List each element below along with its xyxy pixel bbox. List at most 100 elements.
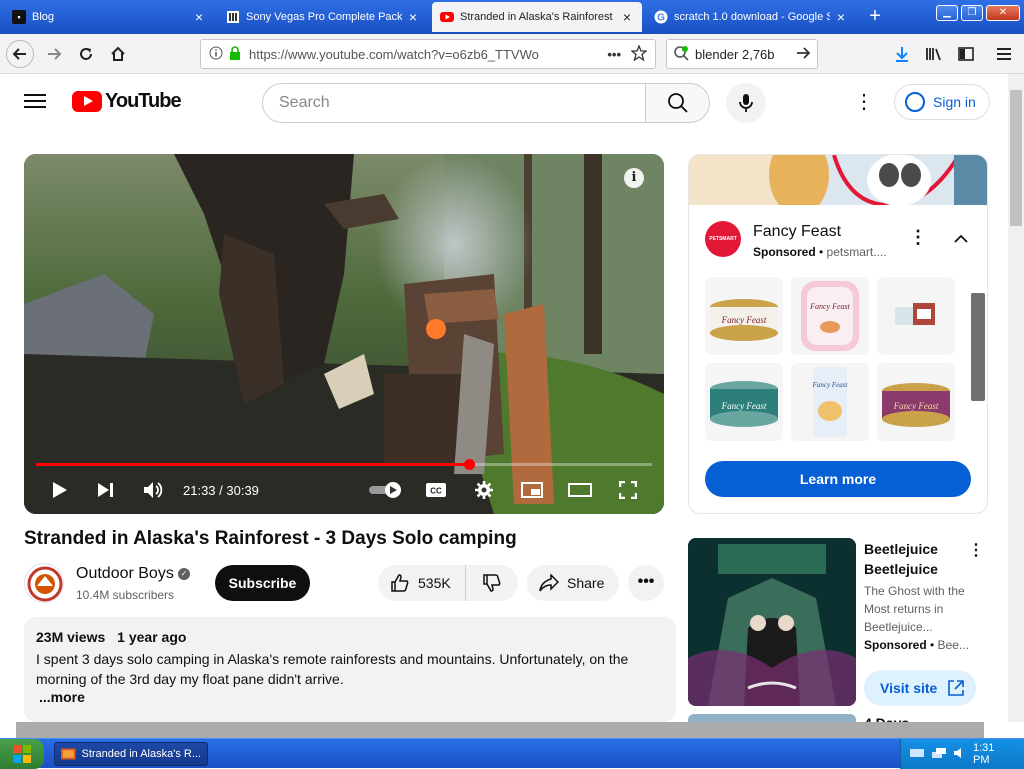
- settings-more-button[interactable]: ⋮: [852, 90, 876, 114]
- volume-icon[interactable]: [141, 478, 165, 502]
- like-button[interactable]: 535K: [378, 565, 466, 601]
- description-more-link[interactable]: ...more: [39, 689, 664, 705]
- close-window-button[interactable]: ✕: [986, 5, 1020, 21]
- tab-label: Sony Vegas Pro Complete Pack...: [246, 11, 402, 23]
- youtube-logo[interactable]: YouTube: [72, 90, 182, 113]
- video-player[interactable]: i 21:33 / 30:39 CC: [24, 154, 664, 514]
- youtube-header: YouTube Search ⋮ Sign in: [0, 74, 1008, 130]
- chevron-up-icon[interactable]: [951, 229, 971, 249]
- voice-search-button[interactable]: [726, 83, 766, 123]
- keyboard-icon[interactable]: [909, 747, 925, 762]
- system-clock[interactable]: 1:31 PM: [973, 742, 1012, 766]
- ad-menu-button[interactable]: ⋮: [909, 227, 927, 251]
- channel-avatar[interactable]: [24, 563, 64, 603]
- tab-youtube-video[interactable]: Stranded in Alaska's Rainforest - 3 Days…: [432, 2, 642, 32]
- product-thumbnail-broths-pouch[interactable]: Fancy Feast: [791, 363, 869, 441]
- like-count: 535K: [418, 575, 451, 591]
- guide-menu-icon[interactable]: [24, 90, 46, 112]
- home-button[interactable]: [104, 40, 132, 68]
- search-engine-icon[interactable]: [673, 45, 689, 64]
- visit-site-button[interactable]: Visit site: [864, 670, 976, 706]
- promo-domain: Bee...: [937, 638, 969, 652]
- ad-banner-image[interactable]: [689, 155, 988, 205]
- sponsored-label: Sponsored: [753, 245, 816, 259]
- close-icon[interactable]: ×: [192, 9, 206, 25]
- next-video-thumbnail[interactable]: [688, 714, 856, 722]
- network-icon[interactable]: [931, 746, 947, 763]
- product-thumbnail-can-classic[interactable]: Fancy Feast: [705, 277, 783, 355]
- promo-title[interactable]: Beetlejuice Beetlejuice: [864, 539, 964, 579]
- autoplay-toggle[interactable]: [368, 478, 404, 502]
- description-box[interactable]: 23M views 1 year ago I spent 3 days solo…: [24, 617, 676, 722]
- close-icon[interactable]: ×: [406, 9, 420, 25]
- youtube-logo-text: YouTube: [105, 90, 182, 112]
- forward-button[interactable]: [40, 40, 68, 68]
- url-bar[interactable]: https://www.youtube.com/watch?v=o6zb6_TT…: [200, 39, 656, 69]
- sign-in-button[interactable]: Sign in: [894, 84, 990, 120]
- video-frame-campfire: [24, 154, 664, 514]
- info-icon[interactable]: [209, 46, 223, 63]
- share-button[interactable]: Share: [527, 565, 619, 601]
- youtube-favicon-icon: [440, 10, 454, 24]
- player-controls: 21:33 / 30:39 CC: [24, 472, 664, 508]
- sidebar-toggle-button[interactable]: [952, 40, 980, 68]
- reload-button[interactable]: [72, 40, 100, 68]
- promo-description: The Ghost with the Most returns in Beetl…: [864, 584, 965, 634]
- bookmark-star-icon[interactable]: [630, 43, 648, 64]
- start-button[interactable]: [0, 739, 44, 769]
- browser-tab-strip: ▪ Blog × Sony Vegas Pro Complete Pack...…: [0, 0, 1024, 34]
- minimize-window-button[interactable]: ▁: [936, 5, 958, 21]
- product-thumbnail-can-teal[interactable]: Fancy Feast: [705, 363, 783, 441]
- next-video-title[interactable]: 4 Days Alaskan: [864, 714, 964, 722]
- search-button[interactable]: [646, 83, 710, 123]
- progress-scrubber[interactable]: [464, 459, 476, 470]
- product-thumbnail-can-gravy[interactable]: Fancy Feast: [877, 363, 955, 441]
- tab-google-search[interactable]: G scratch 1.0 download - Google S... ×: [646, 2, 856, 32]
- sponsored-ad-card[interactable]: PETSMART Fancy Feast Sponsored • petsmar…: [688, 154, 988, 514]
- ad-carousel-scrollbar[interactable]: [971, 293, 985, 401]
- page-actions-button[interactable]: •••: [607, 47, 621, 62]
- more-actions-button[interactable]: •••: [628, 565, 664, 601]
- video-info-button[interactable]: i: [624, 168, 644, 188]
- learn-more-button[interactable]: Learn more: [705, 461, 971, 497]
- volume-tray-icon[interactable]: [953, 746, 967, 763]
- page-scrollbar[interactable]: [1008, 74, 1024, 722]
- progress-bar[interactable]: [36, 459, 652, 470]
- channel-name[interactable]: Outdoor Boys: [76, 565, 174, 583]
- settings-icon[interactable]: [472, 478, 496, 502]
- miniplayer-icon[interactable]: [520, 478, 544, 502]
- product-thumbnail-variety-pack[interactable]: [877, 277, 955, 355]
- hamburger-menu-button[interactable]: [990, 40, 1018, 68]
- taskbar-item-firefox[interactable]: Stranded in Alaska's R...: [54, 742, 208, 766]
- tab-blog[interactable]: ▪ Blog ×: [4, 2, 214, 32]
- back-button[interactable]: [6, 40, 34, 68]
- outdoor-boys-logo-icon: [27, 566, 63, 602]
- close-icon[interactable]: ×: [620, 9, 634, 25]
- close-icon[interactable]: ×: [834, 9, 848, 25]
- product-thumbnail-petites-tray[interactable]: Fancy Feast: [791, 277, 869, 355]
- next-icon[interactable]: [94, 478, 118, 502]
- advertiser-logo[interactable]: PETSMART: [705, 221, 741, 257]
- browser-search-text: blender 2,76b: [695, 46, 775, 62]
- promo-menu-button[interactable]: ⋮: [968, 540, 984, 560]
- subscribe-button[interactable]: Subscribe: [215, 565, 310, 601]
- theater-icon[interactable]: [568, 478, 592, 502]
- horizontal-scrollbar[interactable]: [16, 722, 984, 738]
- cc-icon[interactable]: CC: [424, 478, 448, 502]
- ad-title[interactable]: Fancy Feast: [753, 223, 841, 241]
- fullscreen-icon[interactable]: [616, 478, 640, 502]
- new-tab-button[interactable]: +: [864, 6, 886, 28]
- page-scrollbar-thumb[interactable]: [1010, 90, 1022, 226]
- search-input[interactable]: Search: [262, 83, 646, 123]
- tab-sony-vegas[interactable]: Sony Vegas Pro Complete Pack... ×: [218, 2, 428, 32]
- search-go-icon[interactable]: [795, 45, 811, 64]
- google-favicon-icon: G: [654, 10, 668, 24]
- browser-search-bar[interactable]: blender 2,76b: [666, 39, 818, 69]
- dislike-button[interactable]: [466, 565, 518, 601]
- downloads-button[interactable]: [888, 40, 916, 68]
- library-button[interactable]: [920, 40, 948, 68]
- separator: •: [815, 245, 827, 259]
- maximize-window-button[interactable]: ❐: [961, 5, 983, 21]
- promo-thumbnail[interactable]: [688, 538, 856, 706]
- play-icon[interactable]: [48, 478, 72, 502]
